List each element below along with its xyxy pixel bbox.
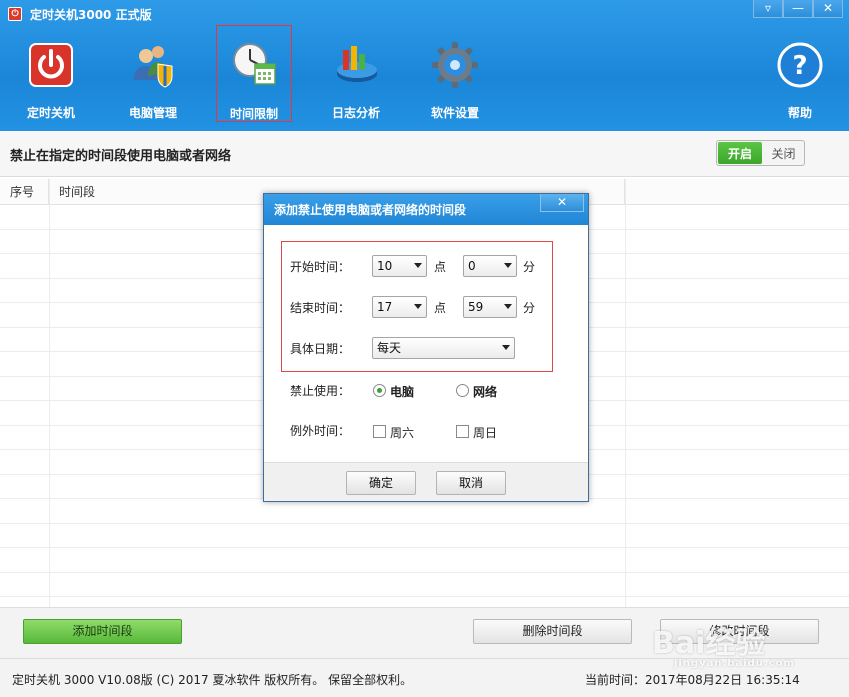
select-value: 10: [377, 259, 393, 273]
nav-software-settings[interactable]: 软件设置: [417, 40, 493, 122]
except-sunday-checkbox[interactable]: [456, 425, 469, 438]
watermark-sub: jingyan.baidu.com: [674, 658, 795, 669]
except-saturday-label[interactable]: 周六: [390, 424, 414, 441]
chevron-down-icon: [414, 263, 422, 268]
app-title: 定时关机3000 正式版: [30, 7, 152, 22]
forbid-computer-label[interactable]: 电脑: [390, 383, 414, 400]
nav-shutdown[interactable]: 定时关机: [13, 40, 89, 122]
table-row[interactable]: [0, 573, 849, 597]
except-label: 例外时间：: [290, 424, 351, 438]
column-header-empty: [625, 179, 849, 204]
power-icon: [26, 40, 76, 90]
start-time-label: 开始时间：: [290, 260, 351, 274]
cancel-button[interactable]: 取消: [436, 471, 506, 495]
toggle-on-button[interactable]: 开启: [718, 142, 762, 164]
app-title-area: ⏻ 定时关机3000 正式版: [8, 5, 152, 23]
delete-period-button[interactable]: 删除时间段: [473, 619, 632, 644]
svg-text:?: ?: [792, 51, 807, 81]
close-button[interactable]: ✕: [813, 0, 843, 18]
enable-toggle[interactable]: 开启 关闭: [716, 140, 805, 166]
forbid-computer-radio[interactable]: [373, 384, 386, 397]
chevron-down-icon: [504, 263, 512, 268]
column-divider: [625, 179, 626, 607]
gear-icon: [430, 40, 480, 90]
nav-label: 日志分析: [331, 106, 380, 120]
dialog-body: 开始时间： 10 点 0 分 结束时间： 17 点 59 分 具体日期： 每天 …: [264, 225, 588, 462]
baidu-watermark: Bai经验 jingyan.baidu.com: [652, 618, 832, 678]
menu-dropdown-button[interactable]: ▿: [753, 0, 783, 18]
app-power-icon: ⏻: [8, 7, 22, 21]
minimize-button[interactable]: —: [783, 0, 813, 18]
add-period-button[interactable]: 添加时间段: [23, 619, 182, 644]
table-row[interactable]: [0, 499, 849, 524]
chart-icon: [331, 40, 381, 90]
minute-unit: 分: [523, 301, 536, 315]
dialog-title-bar: 添加禁止使用电脑或者网络的时间段 ✕: [264, 194, 588, 225]
select-value: 每天: [377, 341, 402, 355]
table-row[interactable]: [0, 548, 849, 573]
panel-header: 禁止在指定的时间段使用电脑或者网络 开启 关闭: [0, 131, 849, 177]
column-divider: [49, 179, 50, 607]
minute-unit: 分: [523, 260, 536, 274]
dialog-title: 添加禁止使用电脑或者网络的时间段: [274, 203, 467, 217]
select-value: 17: [377, 300, 393, 314]
end-time-label: 结束时间：: [290, 301, 351, 315]
nav-log-analysis[interactable]: 日志分析: [318, 40, 394, 122]
select-value: 0: [468, 259, 476, 273]
start-minute-select[interactable]: 0: [463, 255, 517, 277]
date-select[interactable]: 每天: [372, 337, 515, 359]
users-shield-icon: [128, 40, 178, 90]
end-hour-select[interactable]: 17: [372, 296, 427, 318]
column-header-index[interactable]: 序号: [0, 179, 49, 204]
forbid-network-label[interactable]: 网络: [473, 383, 497, 400]
dialog-footer: 确定 取消: [264, 462, 588, 501]
nav-label: 时间限制: [229, 107, 278, 121]
except-saturday-checkbox[interactable]: [373, 425, 386, 438]
nav-label: 电脑管理: [128, 106, 177, 120]
chevron-down-icon: [414, 304, 422, 309]
except-sunday-label[interactable]: 周日: [473, 424, 497, 441]
nav-label: 帮助: [787, 106, 812, 120]
window-controls: ▿ — ✕: [753, 0, 843, 18]
ok-button[interactable]: 确定: [346, 471, 416, 495]
chevron-down-icon: [504, 304, 512, 309]
watermark-text: Bai经验: [652, 626, 766, 661]
end-minute-select[interactable]: 59: [463, 296, 517, 318]
dialog-close-button[interactable]: ✕: [540, 194, 584, 212]
start-hour-select[interactable]: 10: [372, 255, 427, 277]
hour-unit: 点: [434, 301, 447, 315]
help-icon: ?: [775, 40, 825, 90]
chevron-down-icon: [502, 345, 510, 350]
select-value: 59: [468, 300, 484, 314]
nav-help[interactable]: ? 帮助: [762, 40, 838, 122]
add-period-dialog: 添加禁止使用电脑或者网络的时间段 ✕ 开始时间： 10 点 0 分 结束时间： …: [263, 193, 589, 502]
clock-calendar-icon: [229, 40, 279, 90]
hour-unit: 点: [434, 260, 447, 274]
table-row[interactable]: [0, 524, 849, 548]
toggle-off-button[interactable]: 关闭: [763, 141, 804, 165]
copyright-text: 定时关机 3000 V10.08版 (C) 2017 夏冰软件 版权所有。 保留…: [12, 673, 413, 687]
panel-subtitle: 禁止在指定的时间段使用电脑或者网络: [10, 149, 232, 164]
top-toolbar: ⏻ 定时关机3000 正式版 ▿ — ✕ 定时关机 电脑管理 时间限制 日志分析…: [0, 0, 849, 131]
nav-time-limit[interactable]: 时间限制: [216, 25, 292, 122]
nav-label: 定时关机: [26, 106, 75, 120]
forbid-label: 禁止使用：: [290, 384, 351, 398]
nav-computer-manage[interactable]: 电脑管理: [115, 40, 191, 122]
forbid-network-radio[interactable]: [456, 384, 469, 397]
date-label: 具体日期：: [290, 342, 351, 356]
nav-label: 软件设置: [430, 106, 479, 120]
